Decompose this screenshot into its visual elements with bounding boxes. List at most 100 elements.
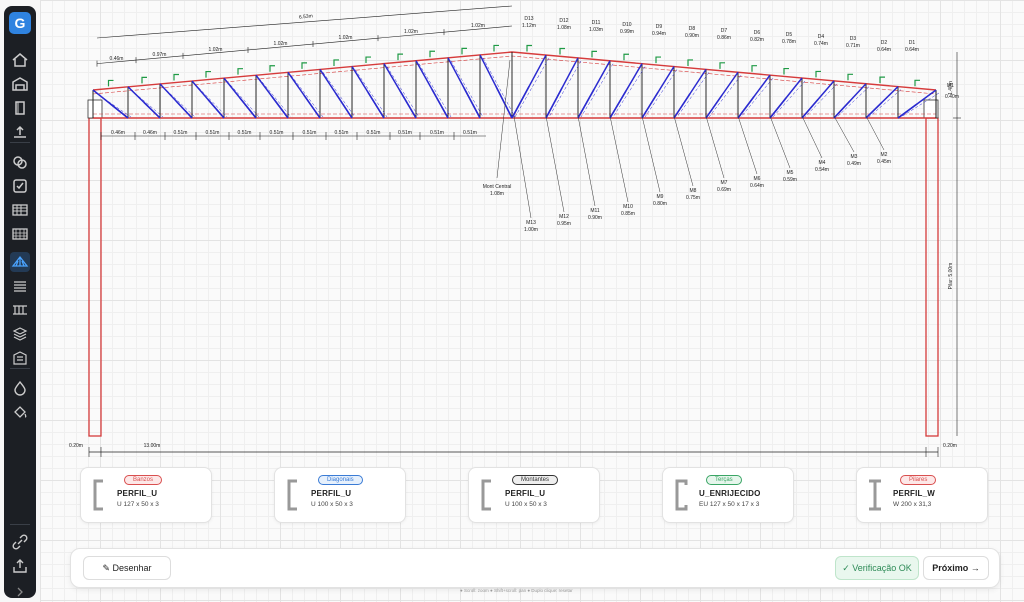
diagonal-label: D12 [559,18,568,24]
profile-type: PERFIL_U [117,489,158,498]
bottom-dim-label: 0.51m [238,130,252,136]
home-icon[interactable] [10,50,30,70]
top-chord [92,51,937,91]
bottom-dim-label: 0.51m [270,130,284,136]
top-chord-inner [92,55,937,95]
montante-leader [705,115,725,179]
diagonal-length: 0.82m [750,37,764,43]
stack-icon[interactable] [10,324,30,344]
verification-ok-button[interactable]: ✓ Verificação OK [835,556,919,580]
total-dim-label: 6.53m [299,13,313,20]
drop-icon[interactable] [10,378,30,398]
bottom-dim-label: 0.51m [367,130,381,136]
diagonal-guide [194,83,228,118]
paint-bucket-icon[interactable] [10,402,30,422]
diagonal-length: 0.74m [814,41,828,47]
montante-leader [545,115,565,213]
diagonal-guide [386,66,420,118]
building-icon[interactable] [10,348,30,368]
diagonal-label: D10 [622,22,631,28]
app-logo[interactable]: G [9,12,31,34]
purlin-mark [783,67,789,75]
diagonal-guide [612,66,646,118]
link-icon[interactable] [10,532,30,552]
diagonal [641,91,659,119]
check-shield-icon[interactable] [10,176,30,196]
diagonal-label: D3 [850,36,857,42]
diagonal [110,103,129,119]
montante-label: M10 [623,204,633,210]
profile-card-banzos[interactable]: Banzos PERFIL_U U 127 x 50 x 3 [80,467,212,523]
layers-icon[interactable] [10,152,30,172]
diagonal-length: 1.12m [522,23,536,29]
mont-central-label: Mont Central [483,184,512,190]
diagonal-guide [514,57,550,118]
montante-length: 0.85m [621,211,635,217]
profile-dimension: U 100 x 50 x 3 [311,501,353,508]
diagonal-label: D11 [592,20,601,26]
profile-card-diagonais[interactable]: Diagonais PERFIL_U U 100 x 50 x 3 [274,467,406,523]
montante-leader [577,115,596,207]
diagonal [545,87,563,119]
column-icon[interactable] [10,98,30,118]
diagonal-length: 0.78m [782,39,796,45]
montante-label: M2 [881,152,888,158]
span-label: 13.00m [144,443,161,449]
chevron-right-icon[interactable] [10,582,30,602]
diagonal-length: 1.08m [557,25,571,31]
montante-label: M11 [590,208,600,214]
profile-card-pilares[interactable]: Pilares PERFIL_W W 200 x 31,3 [856,467,988,523]
diagonal-guide [354,69,388,118]
diagonal [431,88,449,119]
warehouse-icon[interactable] [10,74,30,94]
profile-dimension: U 100 x 50 x 3 [505,501,547,508]
next-button[interactable]: Próximo → [923,556,989,580]
table-icon[interactable] [10,200,30,220]
purlin-mark [141,76,147,84]
diagonal-guide [868,89,902,118]
truss-icon[interactable] [10,252,30,272]
diagonal-guide [162,86,196,118]
montante-length: 0.80m [653,201,667,207]
profile-card-montantes[interactable]: Montantes PERFIL_U U 100 x 50 x 3 [468,467,600,523]
upload-icon[interactable] [10,122,30,142]
list-icon[interactable] [10,276,30,296]
profile-dimension: W 200 x 31,3 [893,501,932,508]
diagonal-guide [772,80,806,118]
profile-dimension: U 127 x 50 x 3 [117,501,159,508]
bottom-dim-label: 0.51m [430,130,444,136]
sidebar-divider [10,524,30,525]
purlin-icon[interactable] [10,300,30,320]
sidebar-divider [10,368,30,369]
diagonal [737,96,755,119]
left-width-label: 0.20m [69,443,83,449]
right-width-label: 0.20m [943,443,957,449]
footer-bar: ✎ Desenhar ✓ Verificação OK Próximo → [70,548,1000,588]
diagonal-label: D5 [786,32,793,38]
diagonal-label: D1 [909,40,916,46]
purlin-mark [429,50,435,58]
profile-card-teras[interactable]: Terças U_ENRIJECIDO EU 127 x 50 x 17 x 3 [662,467,794,523]
purlin-mark [173,73,179,81]
draw-button[interactable]: ✎ Desenhar [83,556,171,580]
montante-label: M5 [787,170,794,176]
profile-type: U_ENRIJECIDO [699,489,761,498]
diagonal-guide [258,78,292,118]
bottom-dim-label: 0.51m [463,130,477,136]
grid-table-icon[interactable] [10,224,30,244]
diagonal [833,100,851,119]
pillar-height-label: Pilar: 5.00m [948,263,954,290]
diagonal-guide [482,57,516,118]
montante-label: M3 [851,154,858,160]
montante-length: 0.69m [717,187,731,193]
export-icon[interactable] [10,556,30,576]
montante-label: M7 [721,180,728,186]
diagonal-guide [548,60,582,118]
diagonal-label: D9 [656,24,663,30]
montante-leader [673,115,694,187]
montante-label: M9 [657,194,664,200]
diagonal [463,87,481,119]
profile-tag: Diagonais [318,475,363,485]
montante-length: 1.00m [524,227,538,233]
purlin-mark [879,76,885,84]
